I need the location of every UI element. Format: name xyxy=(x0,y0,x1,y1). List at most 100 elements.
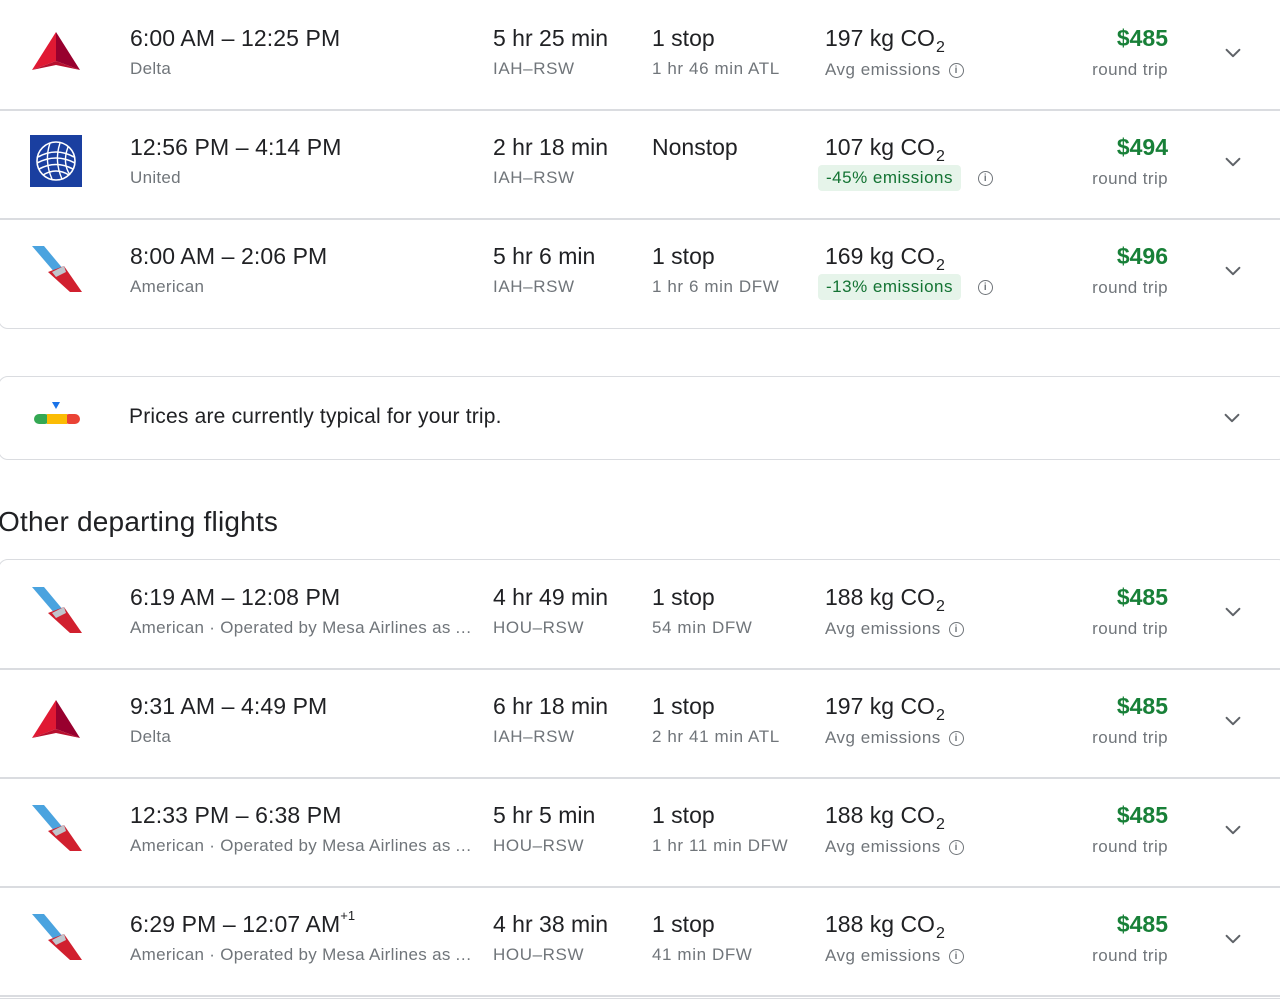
flight-times: 9:31 AM – 4:49 PM xyxy=(130,693,328,719)
flight-row-top-2[interactable]: 8:00 AM – 2:06 PM American 5 hr 6 min IA… xyxy=(0,218,1280,327)
airline-name: American · Operated by Mesa Airlines as … xyxy=(130,836,480,855)
layover-info: 1 hr 6 min DFW xyxy=(652,277,780,296)
layover-info: 1 hr 46 min ATL xyxy=(652,59,780,78)
flight-route: IAH–RSW xyxy=(493,59,575,78)
price-insight-text: Prices are currently typical for your tr… xyxy=(129,405,502,428)
price: $485 xyxy=(1116,911,1168,937)
united-logo xyxy=(30,135,82,187)
info-icon[interactable]: i xyxy=(948,621,964,637)
flight-duration: 2 hr 18 min xyxy=(493,134,609,160)
stops-count: Nonstop xyxy=(652,134,738,160)
flight-times: 6:29 PM – 12:07 AM+1 xyxy=(130,908,356,937)
flight-route: IAH–RSW xyxy=(493,277,575,296)
flight-row-other-3[interactable]: 6:29 PM – 12:07 AM+1 American · Operated… xyxy=(0,886,1280,995)
co2-amount: 107 kg CO2 xyxy=(825,134,945,165)
flight-row-other-2[interactable]: 12:33 PM – 6:38 PM American · Operated b… xyxy=(0,777,1280,886)
emissions-info: Avg emissions i xyxy=(825,946,964,966)
flight-duration: 5 hr 25 min xyxy=(493,25,609,51)
info-icon[interactable]: i xyxy=(948,948,964,964)
co2-amount: 188 kg CO2 xyxy=(825,911,945,942)
flight-route: IAH–RSW xyxy=(493,168,575,187)
trip-type: round trip xyxy=(1092,946,1168,965)
flight-row-top-0[interactable]: 6:00 AM – 12:25 PM Delta 5 hr 25 min IAH… xyxy=(0,0,1280,109)
stops-count: 1 stop xyxy=(652,802,715,828)
chevron-down-icon[interactable] xyxy=(1222,928,1244,950)
trip-type: round trip xyxy=(1092,728,1168,747)
flight-row-top-1[interactable]: 12:56 PM – 4:14 PM United 2 hr 18 min IA… xyxy=(0,109,1280,218)
flight-route: HOU–RSW xyxy=(493,945,585,964)
emissions-info: -45% emissions i xyxy=(818,165,993,191)
layover-info: 54 min DFW xyxy=(652,618,753,637)
emissions-label: Avg emissions xyxy=(825,728,941,747)
flight-row-other-1[interactable]: 9:31 AM – 4:49 PM Delta 6 hr 18 min IAH–… xyxy=(0,668,1280,777)
flight-duration: 5 hr 5 min xyxy=(493,802,596,828)
co2-amount: 169 kg CO2 xyxy=(825,243,945,274)
american-logo xyxy=(30,803,82,855)
co2-amount: 197 kg CO2 xyxy=(825,693,945,724)
emissions-label: Avg emissions xyxy=(825,837,941,856)
emissions-label: Avg emissions xyxy=(825,60,941,79)
price-level-icon xyxy=(34,402,80,424)
co2-amount: 188 kg CO2 xyxy=(825,584,945,615)
price: $496 xyxy=(1116,243,1168,269)
emissions-label: -45% emissions xyxy=(818,165,961,191)
airline-name: American · Operated by Mesa Airlines as … xyxy=(130,618,480,637)
layover-info: 41 min DFW xyxy=(652,945,753,964)
section-title: Other departing flights xyxy=(0,506,279,537)
flight-row-other-0[interactable]: 6:19 AM – 12:08 PM American · Operated b… xyxy=(0,559,1280,668)
trip-type: round trip xyxy=(1092,169,1168,188)
trip-type: round trip xyxy=(1092,278,1168,297)
emissions-label: -13% emissions xyxy=(818,274,961,300)
chevron-down-icon[interactable] xyxy=(1221,407,1243,429)
info-icon[interactable]: i xyxy=(948,839,964,855)
chevron-down-icon[interactable] xyxy=(1222,260,1244,282)
chevron-down-icon[interactable] xyxy=(1222,710,1244,732)
american-logo xyxy=(30,585,82,637)
price: $494 xyxy=(1116,134,1168,160)
flight-duration: 5 hr 6 min xyxy=(493,243,596,269)
price: $485 xyxy=(1116,25,1168,51)
emissions-info: -13% emissions i xyxy=(818,274,993,300)
flight-times: 12:33 PM – 6:38 PM xyxy=(130,802,342,828)
flight-times: 8:00 AM – 2:06 PM xyxy=(130,243,328,269)
flight-route: HOU–RSW xyxy=(493,618,585,637)
american-logo xyxy=(30,912,82,964)
emissions-info: Avg emissions i xyxy=(825,60,964,80)
day-offset: +1 xyxy=(340,908,356,923)
trip-type: round trip xyxy=(1092,837,1168,856)
airline-name: American · Operated by Mesa Airlines as … xyxy=(130,945,480,964)
flight-route: IAH–RSW xyxy=(493,727,575,746)
info-icon[interactable]: i xyxy=(948,62,964,78)
flight-times: 6:19 AM – 12:08 PM xyxy=(130,584,341,610)
airline-name: Delta xyxy=(130,727,172,746)
chevron-down-icon[interactable] xyxy=(1222,42,1244,64)
chevron-down-icon[interactable] xyxy=(1222,819,1244,841)
co2-amount: 197 kg CO2 xyxy=(825,25,945,56)
info-icon[interactable]: i xyxy=(978,279,993,295)
trip-type: round trip xyxy=(1092,619,1168,638)
flight-times: 6:00 AM – 12:25 PM xyxy=(130,25,341,51)
emissions-info: Avg emissions i xyxy=(825,619,964,639)
flight-times: 12:56 PM – 4:14 PM xyxy=(130,134,342,160)
price-insight-card[interactable]: Prices are currently typical for your tr… xyxy=(0,376,1280,460)
airline-name: Delta xyxy=(130,59,172,78)
layover-info: 2 hr 41 min ATL xyxy=(652,727,780,746)
emissions-info: Avg emissions i xyxy=(825,837,964,857)
stops-count: 1 stop xyxy=(652,25,715,51)
chevron-down-icon[interactable] xyxy=(1222,601,1244,623)
stops-count: 1 stop xyxy=(652,911,715,937)
stops-count: 1 stop xyxy=(652,243,715,269)
airline-name: American xyxy=(130,277,205,296)
flight-route: HOU–RSW xyxy=(493,836,585,855)
stops-count: 1 stop xyxy=(652,693,715,719)
flight-duration: 4 hr 38 min xyxy=(493,911,609,937)
row-divider xyxy=(0,995,1280,997)
price: $485 xyxy=(1116,802,1168,828)
delta-logo xyxy=(30,694,82,746)
info-icon[interactable]: i xyxy=(978,170,993,186)
american-logo xyxy=(30,244,82,296)
stops-count: 1 stop xyxy=(652,584,715,610)
chevron-down-icon[interactable] xyxy=(1222,151,1244,173)
delta-logo xyxy=(30,26,82,78)
info-icon[interactable]: i xyxy=(948,730,964,746)
